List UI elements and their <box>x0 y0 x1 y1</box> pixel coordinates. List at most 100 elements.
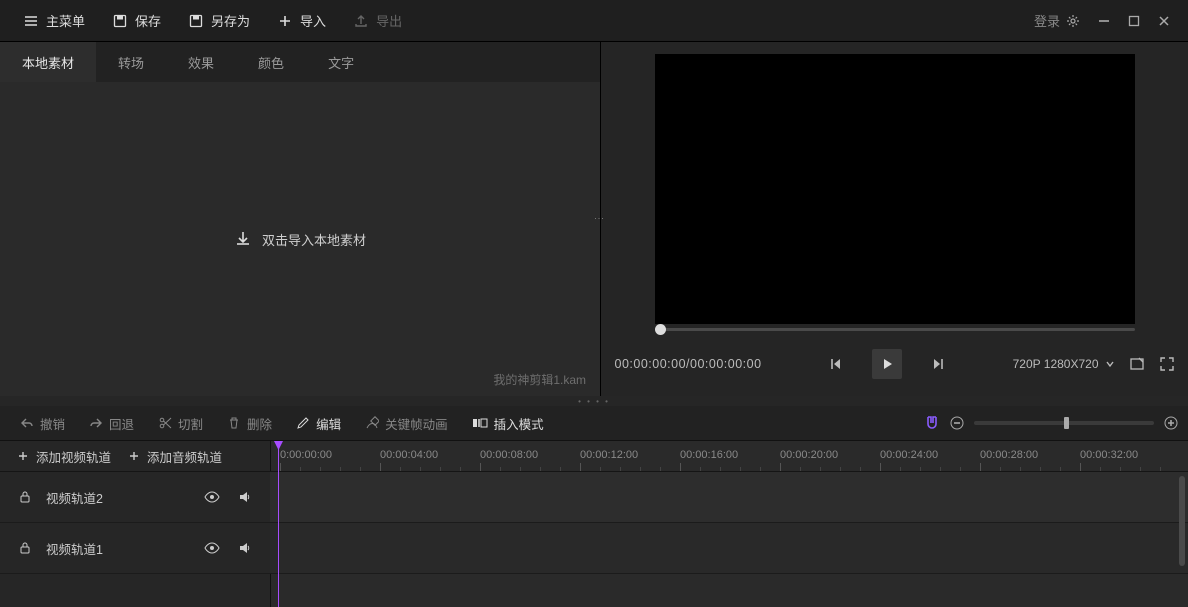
ruler-label: 00:00:12:00 <box>580 449 638 461</box>
ruler-label: 00:00:20:00 <box>780 449 838 461</box>
delete-button[interactable]: 删除 <box>217 406 282 440</box>
save-label: 保存 <box>135 11 161 30</box>
login-link[interactable]: 登录 <box>1034 11 1060 30</box>
panel-resize-handle[interactable]: ⋮ <box>593 214 604 225</box>
redo-label: 回退 <box>109 414 134 433</box>
zoom-in-button[interactable] <box>1164 416 1178 430</box>
window-controls <box>1066 14 1178 28</box>
save-as-label: 另存为 <box>211 11 250 30</box>
keyframe-label: 关键帧动画 <box>385 414 448 433</box>
resolution-selector[interactable]: 720P 1280X720 <box>1013 357 1115 371</box>
pencil-icon <box>296 416 310 430</box>
timeline-vertical-scrollbar[interactable] <box>1179 476 1185 566</box>
media-tabs: 本地素材 转场 效果 颜色 文字 <box>0 42 600 82</box>
time-ruler[interactable]: 0:00:00:00 00:00:04:00 00:00:08:00 00:00:12… <box>270 441 1188 472</box>
fullscreen-icon[interactable] <box>1159 356 1175 372</box>
maximize-icon[interactable] <box>1128 15 1140 27</box>
next-frame-button[interactable] <box>930 356 946 372</box>
import-button[interactable]: 导入 <box>264 0 340 42</box>
speaker-icon[interactable] <box>238 490 252 504</box>
track-name: 视频轨道2 <box>46 488 103 507</box>
insert-mode-button[interactable]: 插入模式 <box>462 406 554 440</box>
speaker-icon[interactable] <box>238 541 252 555</box>
ruler-label: 00:00:04:00 <box>380 449 438 461</box>
tab-local-media[interactable]: 本地素材 <box>0 42 96 82</box>
media-drop-area[interactable]: 双击导入本地素材 <box>0 82 600 396</box>
magnet-icon[interactable] <box>924 415 940 431</box>
snapshot-icon[interactable] <box>1129 356 1145 372</box>
ruler-label: 00:00:16:00 <box>680 449 738 461</box>
save-as-icon <box>189 14 203 28</box>
tab-effect[interactable]: 效果 <box>166 42 236 82</box>
ruler-label: 00:00:24:00 <box>880 449 938 461</box>
top-menu-bar: 主菜单 保存 另存为 导入 导出 登录 <box>0 0 1188 42</box>
add-video-track-button[interactable]: 添加视频轨道 <box>18 447 111 466</box>
plus-icon <box>278 14 292 28</box>
export-button[interactable]: 导出 <box>340 0 416 42</box>
playback-bar: 00:00:00:00/00:00:00:00 720P 1280X720 <box>615 349 1175 379</box>
zoom-out-button[interactable] <box>950 416 964 430</box>
add-video-track-label: 添加视频轨道 <box>36 447 111 466</box>
zoom-slider-knob[interactable] <box>1064 417 1069 429</box>
chevron-down-icon <box>1105 359 1115 369</box>
track-name: 视频轨道1 <box>46 539 103 558</box>
add-audio-track-label: 添加音频轨道 <box>147 447 222 466</box>
main-menu-label: 主菜单 <box>46 11 85 30</box>
insert-mode-icon <box>472 416 488 430</box>
save-as-button[interactable]: 另存为 <box>175 0 264 42</box>
preview-panel: 00:00:00:00/00:00:00:00 720P 1280X720 <box>601 42 1188 396</box>
project-filename: 我的神剪辑1.kam <box>493 371 586 388</box>
tab-text[interactable]: 文字 <box>306 42 376 82</box>
cut-label: 切割 <box>178 414 203 433</box>
prev-frame-button[interactable] <box>828 356 844 372</box>
redo-icon <box>89 416 103 430</box>
import-download-icon <box>234 230 252 248</box>
track-header[interactable]: 视频轨道1 <box>0 523 270 574</box>
track-area[interactable]: 0:00:00:00 00:00:04:00 00:00:08:00 00:00:12… <box>270 441 1188 607</box>
playhead[interactable] <box>278 441 279 607</box>
trash-icon <box>227 416 241 430</box>
play-button[interactable] <box>872 349 902 379</box>
lock-icon[interactable] <box>18 490 32 504</box>
preview-progress-knob[interactable] <box>655 324 666 335</box>
ruler-label: 0:00:00:00 <box>280 449 332 461</box>
gear-icon[interactable] <box>1066 14 1080 28</box>
undo-button[interactable]: 撤销 <box>10 406 75 440</box>
track-lane[interactable] <box>270 523 1188 574</box>
redo-button[interactable]: 回退 <box>79 406 144 440</box>
keyframe-button[interactable]: 关键帧动画 <box>355 406 458 440</box>
ruler-label: 00:00:32:00 <box>1080 449 1138 461</box>
cut-button[interactable]: 切割 <box>148 406 213 440</box>
zoom-controls <box>924 415 1178 431</box>
timecode-display: 00:00:00:00/00:00:00:00 <box>615 357 762 371</box>
preview-screen[interactable] <box>655 54 1135 324</box>
add-track-row: 添加视频轨道 添加音频轨道 <box>0 441 270 472</box>
scissors-icon <box>158 416 172 430</box>
plus-icon <box>129 451 139 461</box>
eye-icon[interactable] <box>204 541 220 555</box>
close-icon[interactable] <box>1158 15 1170 27</box>
eye-icon[interactable] <box>204 490 220 504</box>
resolution-label: 720P 1280X720 <box>1013 357 1099 371</box>
track-header-column: 添加视频轨道 添加音频轨道 视频轨道2 视频轨道1 <box>0 441 271 607</box>
track-header[interactable]: 视频轨道2 <box>0 472 270 523</box>
save-button[interactable]: 保存 <box>99 0 175 42</box>
minimize-icon[interactable] <box>1098 15 1110 27</box>
menu-icon <box>24 14 38 28</box>
plus-icon <box>18 451 28 461</box>
lock-icon[interactable] <box>18 541 32 555</box>
tab-color[interactable]: 颜色 <box>236 42 306 82</box>
edit-label: 编辑 <box>316 414 341 433</box>
add-audio-track-button[interactable]: 添加音频轨道 <box>129 447 222 466</box>
main-menu-button[interactable]: 主菜单 <box>10 0 99 42</box>
edit-button[interactable]: 编辑 <box>286 406 351 440</box>
ruler-label: 00:00:08:00 <box>480 449 538 461</box>
vertical-resize-handle[interactable]: • • • • <box>0 396 1188 406</box>
media-drop-hint: 双击导入本地素材 <box>262 230 366 249</box>
zoom-slider[interactable] <box>974 421 1154 425</box>
preview-progress[interactable] <box>655 328 1135 331</box>
track-lane[interactable] <box>270 472 1188 523</box>
tab-transition[interactable]: 转场 <box>96 42 166 82</box>
media-panel: 本地素材 转场 效果 颜色 文字 双击导入本地素材 我的神剪辑1.kam ⋮ <box>0 42 601 396</box>
delete-label: 删除 <box>247 414 272 433</box>
